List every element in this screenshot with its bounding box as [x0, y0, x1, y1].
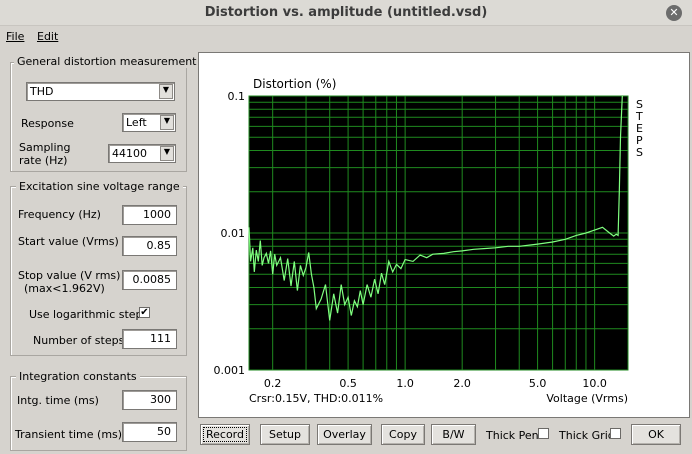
log-steps-label: Use logarithmic steps	[29, 308, 149, 321]
sampling-label-line1: Sampling	[19, 141, 71, 154]
sampling-label-line2: rate (Hz)	[19, 154, 68, 167]
response-select[interactable]: Left ▼	[122, 113, 176, 132]
transient-time-input[interactable]: 50	[122, 422, 177, 442]
steps-label: Number of steps	[33, 334, 125, 347]
menu-edit-label: Edit	[37, 30, 59, 43]
x-tick-label: 2.0	[453, 377, 471, 390]
log-steps-checkbox[interactable]: ✔	[139, 307, 150, 318]
measurement-value: THD	[30, 85, 54, 98]
setup-button[interactable]: Setup	[260, 424, 310, 445]
menu-file[interactable]: File	[6, 30, 24, 44]
sampling-rate-value: 44100	[112, 147, 147, 160]
thick-grid-label: Thick Grid	[559, 429, 615, 442]
bw-button[interactable]: B/W	[431, 424, 476, 445]
start-value-label: Start value (Vrms)	[18, 235, 119, 248]
integration-group-title: Integration constants	[16, 370, 140, 383]
copy-button[interactable]: Copy	[381, 424, 425, 445]
stop-value-input[interactable]: 0.0085	[122, 270, 177, 290]
transient-time-label: Transient time (ms)	[15, 428, 123, 441]
record-button[interactable]: Record	[200, 424, 250, 445]
distortion-chart[interactable]: Distortion (%) 0.1 0.01 0.001 0.2 0.5 1.0 2.0 5.…	[198, 52, 690, 418]
x-tick-label: 5.0	[529, 377, 547, 390]
x-tick-label: 10.0	[582, 377, 607, 390]
measurement-select[interactable]: THD ▼	[26, 82, 175, 101]
chevron-down-icon: ▼	[160, 115, 174, 130]
ok-button[interactable]: OK	[631, 424, 681, 445]
intg-time-input[interactable]: 300	[122, 390, 177, 410]
frequency-input[interactable]: 1000	[122, 205, 177, 225]
cursor-readout: Crsr:0.15V, THD:0.011%	[249, 392, 383, 405]
thick-pen-checkbox[interactable]	[538, 428, 549, 439]
response-value: Left	[126, 116, 147, 129]
menu-file-label: File	[6, 30, 25, 43]
intg-time-label: Intg. time (ms)	[17, 394, 99, 407]
start-value-input[interactable]: 0.85	[122, 236, 177, 256]
thick-pen-label: Thick Pen	[486, 429, 539, 442]
y-tick-label: 0.001	[214, 364, 246, 377]
chevron-down-icon: ▼	[159, 84, 173, 99]
y-tick-label: 0.01	[221, 227, 246, 240]
thick-grid-checkbox[interactable]	[610, 428, 621, 439]
response-label: Response	[21, 117, 74, 130]
overlay-button[interactable]: Overlay	[317, 424, 372, 445]
x-axis-label: Voltage (Vrms)	[546, 392, 628, 405]
excitation-group-title: Excitation sine voltage range	[16, 180, 183, 193]
frequency-label: Frequency (Hz)	[18, 208, 101, 221]
x-tick-label: 1.0	[396, 377, 414, 390]
stop-value-label-line2: (max<1.962V)	[24, 282, 105, 295]
steps-input[interactable]: 111	[122, 329, 177, 349]
chart-title: Distortion (%)	[253, 77, 336, 91]
stop-value-label-line1: Stop value (V rms)	[18, 269, 121, 282]
y-tick-label: 0.1	[228, 90, 246, 103]
chevron-down-icon: ▼	[160, 146, 174, 161]
general-group-title: General distortion measurement	[14, 55, 200, 68]
x-tick-label: 0.5	[339, 377, 357, 390]
steps-label-letter: S	[636, 146, 643, 159]
sampling-rate-select[interactable]: 44100 ▼	[108, 144, 176, 163]
window-title: Distortion vs. amplitude (untitled.vsd)	[204, 5, 488, 20]
close-icon[interactable]: ✕	[666, 5, 682, 21]
x-tick-label: 0.2	[264, 377, 282, 390]
menu-edit[interactable]: Edit	[37, 30, 58, 44]
